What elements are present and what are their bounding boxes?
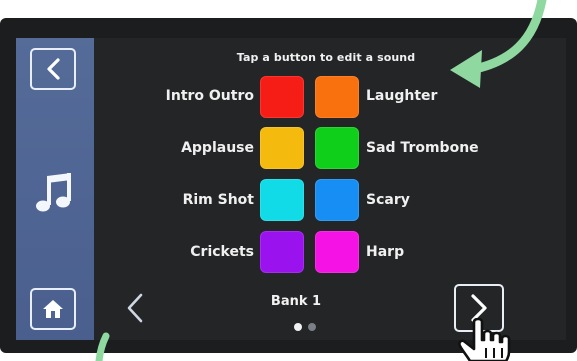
sound-label-scary: Scary [366,192,410,208]
page-dot[interactable] [308,323,316,331]
sound-button-intro-outro[interactable] [260,76,304,118]
sound-label-crickets: Crickets [190,244,254,260]
page-dot-active[interactable] [294,323,302,331]
sound-label-harp: Harp [366,244,405,260]
annotation-arrow-icon [95,332,110,361]
home-button[interactable] [30,288,76,330]
sound-button-rim-shot[interactable] [260,179,304,221]
hand-pointer-icon [458,318,511,361]
sound-label-intro-outro: Intro Outro [165,88,254,104]
instruction-text: Tap a button to edit a sound [236,51,416,64]
sound-button-laughter[interactable] [315,76,359,118]
home-icon [43,300,63,318]
sound-button-harp[interactable] [315,231,359,273]
sound-label-sad-trombone: Sad Trombone [366,140,479,156]
sound-button-sad-trombone[interactable] [315,127,359,169]
sound-button-scary[interactable] [315,179,359,221]
sound-label-rim-shot: Rim Shot [182,192,254,208]
music-note-icon [36,173,71,212]
chevron-left-icon [127,293,143,323]
chevron-left-icon [47,58,60,80]
bank-label: Bank 1 [270,294,322,309]
back-button[interactable] [30,48,76,90]
previous-bank-button[interactable] [120,290,150,326]
music-category-button[interactable] [26,164,84,222]
sidebar [16,38,94,340]
sound-button-crickets[interactable] [260,231,304,273]
photo-frame: Tap a button to edit a sound Intro Outro… [0,0,577,361]
annotation-arrow-icon [450,0,547,88]
sound-label-applause: Applause [181,140,254,156]
sound-button-applause[interactable] [260,127,304,169]
